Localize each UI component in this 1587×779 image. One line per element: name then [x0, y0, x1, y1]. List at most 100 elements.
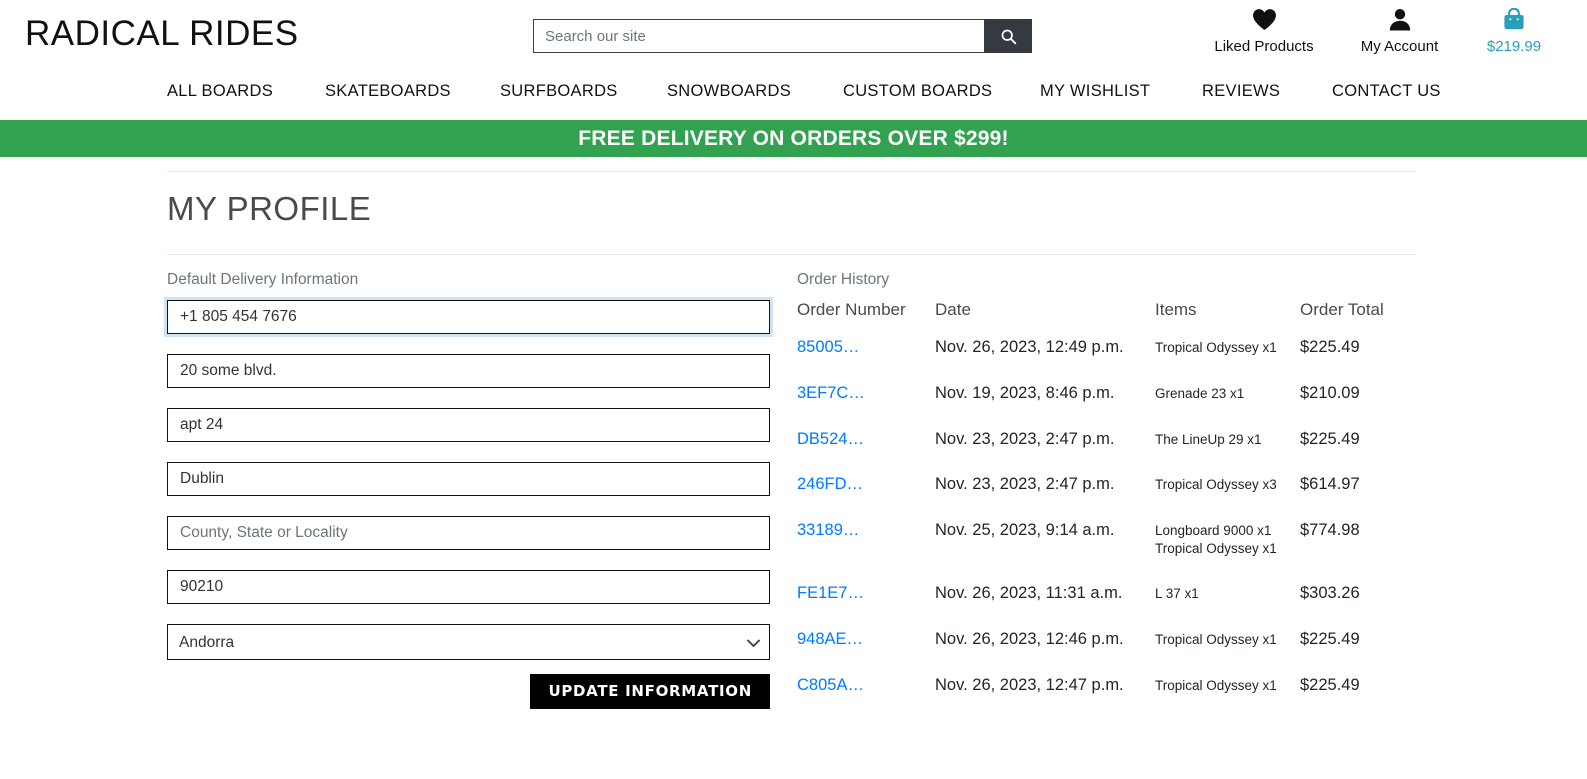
- header-liked-products-label: Liked Products: [1214, 38, 1314, 55]
- delivery-information-form: Andorra UPDATE INFORMATION: [167, 300, 770, 709]
- order-number-cell: 948AE…: [797, 630, 935, 676]
- search-submit-button[interactable]: [984, 19, 1032, 53]
- order-item: Tropical Odyssey x1: [1155, 677, 1277, 693]
- update-information-button[interactable]: UPDATE INFORMATION: [530, 674, 770, 709]
- column-header-items: Items: [1155, 300, 1197, 319]
- divider-top: [167, 171, 1416, 172]
- header-cart-total: $219.99: [1486, 38, 1542, 55]
- table-row: C805A… Nov. 26, 2023, 12:47 p.m. Tropical …: [797, 676, 1417, 722]
- nav-item-custom-boards[interactable]: CUSTOM BOARDS: [843, 82, 992, 101]
- order-total-cell: $614.97: [1300, 475, 1360, 494]
- order-item: Tropical Odyssey x1: [1155, 340, 1277, 355]
- order-history-section-label: Order History: [797, 271, 890, 288]
- order-item: Tropical Odyssey x1: [1155, 631, 1277, 647]
- order-items-cell: The LineUp 29 x1: [1155, 430, 1300, 476]
- order-items-cell: L 37 x1: [1155, 584, 1300, 630]
- table-row: 246FD… Nov. 23, 2023, 2:47 p.m. Tropical O…: [797, 475, 1417, 521]
- promo-banner: FREE DELIVERY ON ORDERS OVER $299!: [0, 120, 1587, 157]
- search-icon: [1001, 29, 1016, 44]
- column-header-order-total: Order Total: [1300, 300, 1384, 319]
- order-history-body: 85005… Nov. 26, 2023, 12:49 p.m. Tropical …: [797, 338, 1417, 721]
- order-date-cell: Nov. 26, 2023, 12:46 p.m.: [935, 629, 1124, 648]
- search-bar: [533, 19, 1032, 53]
- heart-icon: [1205, 8, 1323, 32]
- order-date-cell: Nov. 23, 2023, 2:47 p.m.: [935, 475, 1115, 494]
- address-line-2-field[interactable]: [167, 408, 770, 442]
- order-date-cell: Nov. 25, 2023, 9:14 a.m.: [935, 521, 1115, 540]
- order-number-cell: C805A…: [797, 676, 935, 722]
- order-date-cell: Nov. 26, 2023, 11:31 a.m.: [935, 584, 1123, 603]
- site-header: RADICAL RIDES Liked Products My Account: [0, 0, 1587, 72]
- nav-item-all-boards[interactable]: ALL BOARDS: [167, 82, 273, 101]
- order-history-table: Order Number Date Items Order Total 8500…: [797, 300, 1417, 721]
- county-state-locality-field[interactable]: [167, 516, 770, 550]
- order-number-link[interactable]: 3EF7C…: [797, 384, 865, 402]
- site-logo[interactable]: RADICAL RIDES: [25, 14, 299, 54]
- order-items-cell: Tropical Odyssey x1: [1155, 676, 1300, 722]
- order-number-cell: FE1E7…: [797, 584, 935, 630]
- order-number-cell: 3EF7C…: [797, 384, 935, 430]
- order-number-link[interactable]: FE1E7…: [797, 584, 864, 602]
- country-select[interactable]: Andorra: [167, 624, 770, 660]
- header-my-account[interactable]: My Account: [1349, 8, 1450, 54]
- page-body: MY PROFILE Default Delivery Information …: [0, 157, 1587, 779]
- main-navigation: ALL BOARDS SKATEBOARDS SURFBOARDS SNOWBO…: [0, 72, 1587, 120]
- order-item: The LineUp 29 x1: [1155, 431, 1262, 447]
- phone-field[interactable]: [167, 300, 770, 334]
- table-header-row: Order Number Date Items Order Total: [797, 300, 1417, 338]
- nav-item-reviews[interactable]: REVIEWS: [1202, 82, 1280, 101]
- nav-item-snowboards[interactable]: SNOWBOARDS: [667, 82, 791, 101]
- order-total-cell: $225.49: [1300, 429, 1360, 448]
- order-items-cell: Grenade 23 x1: [1155, 384, 1300, 430]
- order-number-link[interactable]: 246FD…: [797, 475, 863, 493]
- search-input[interactable]: [533, 19, 984, 53]
- nav-item-my-wishlist[interactable]: MY WISHLIST: [1040, 82, 1150, 101]
- order-total-cell: $225.49: [1300, 338, 1360, 356]
- order-number-cell: DB524…: [797, 430, 935, 476]
- order-number-cell: 246FD…: [797, 475, 935, 521]
- order-item: Tropical Odyssey x1: [1155, 541, 1277, 557]
- order-item: Tropical Odyssey x3: [1155, 477, 1277, 493]
- city-field[interactable]: [167, 462, 770, 496]
- nav-item-surfboards[interactable]: SURFBOARDS: [500, 82, 618, 101]
- divider-bottom: [167, 254, 1416, 255]
- order-number-link[interactable]: 85005…: [797, 338, 859, 356]
- order-items-cell: Longboard 9000 x1 Tropical Odyssey x1: [1155, 521, 1300, 584]
- order-number-link[interactable]: C805A…: [797, 676, 864, 694]
- table-row: 33189… Nov. 25, 2023, 9:14 a.m. Longboard …: [797, 521, 1417, 584]
- country-select-wrapper: Andorra: [167, 624, 770, 660]
- order-number-link[interactable]: 33189…: [797, 521, 859, 539]
- order-total-cell: $303.26: [1300, 584, 1360, 603]
- address-line-1-field[interactable]: [167, 354, 770, 388]
- form-actions: UPDATE INFORMATION: [167, 674, 770, 709]
- postal-code-field[interactable]: [167, 570, 770, 604]
- order-items-cell: Tropical Odyssey x1: [1155, 630, 1300, 676]
- person-icon: [1349, 8, 1450, 32]
- order-date-cell: Nov. 23, 2023, 2:47 p.m.: [935, 429, 1115, 448]
- nav-item-skateboards[interactable]: SKATEBOARDS: [325, 82, 451, 101]
- table-row: 3EF7C… Nov. 19, 2023, 8:46 p.m. Grenade 23…: [797, 384, 1417, 430]
- order-date-cell: Nov. 26, 2023, 12:47 p.m.: [935, 675, 1124, 694]
- shopping-bag-icon: [1478, 7, 1550, 32]
- nav-item-contact-us[interactable]: CONTACT US: [1332, 82, 1441, 101]
- table-row: 85005… Nov. 26, 2023, 12:49 p.m. Tropical …: [797, 338, 1417, 384]
- header-my-account-label: My Account: [1360, 38, 1439, 55]
- order-item: L 37 x1: [1155, 586, 1199, 602]
- order-items-cell: Tropical Odyssey x1: [1155, 338, 1300, 384]
- order-number-cell: 33189…: [797, 521, 935, 584]
- order-date-cell: Nov. 19, 2023, 8:46 p.m.: [935, 383, 1115, 402]
- table-row: FE1E7… Nov. 26, 2023, 11:31 a.m. L 37 x1 $3…: [797, 584, 1417, 630]
- order-items-cell: Tropical Odyssey x3: [1155, 475, 1300, 521]
- header-liked-products[interactable]: Liked Products: [1205, 8, 1323, 54]
- delivery-section-label: Default Delivery Information: [167, 271, 359, 288]
- order-number-cell: 85005…: [797, 338, 935, 384]
- header-cart[interactable]: $219.99: [1478, 7, 1550, 55]
- order-item: Longboard 9000 x1: [1155, 523, 1272, 539]
- order-number-link[interactable]: 948AE…: [797, 630, 863, 648]
- order-item: Grenade 23 x1: [1155, 385, 1245, 401]
- column-header-order-number: Order Number: [797, 300, 906, 319]
- table-row: 948AE… Nov. 26, 2023, 12:46 p.m. Tropical …: [797, 630, 1417, 676]
- column-header-date: Date: [935, 300, 971, 319]
- order-number-link[interactable]: DB524…: [797, 430, 864, 448]
- table-row: DB524… Nov. 23, 2023, 2:47 p.m. The LineUp…: [797, 430, 1417, 476]
